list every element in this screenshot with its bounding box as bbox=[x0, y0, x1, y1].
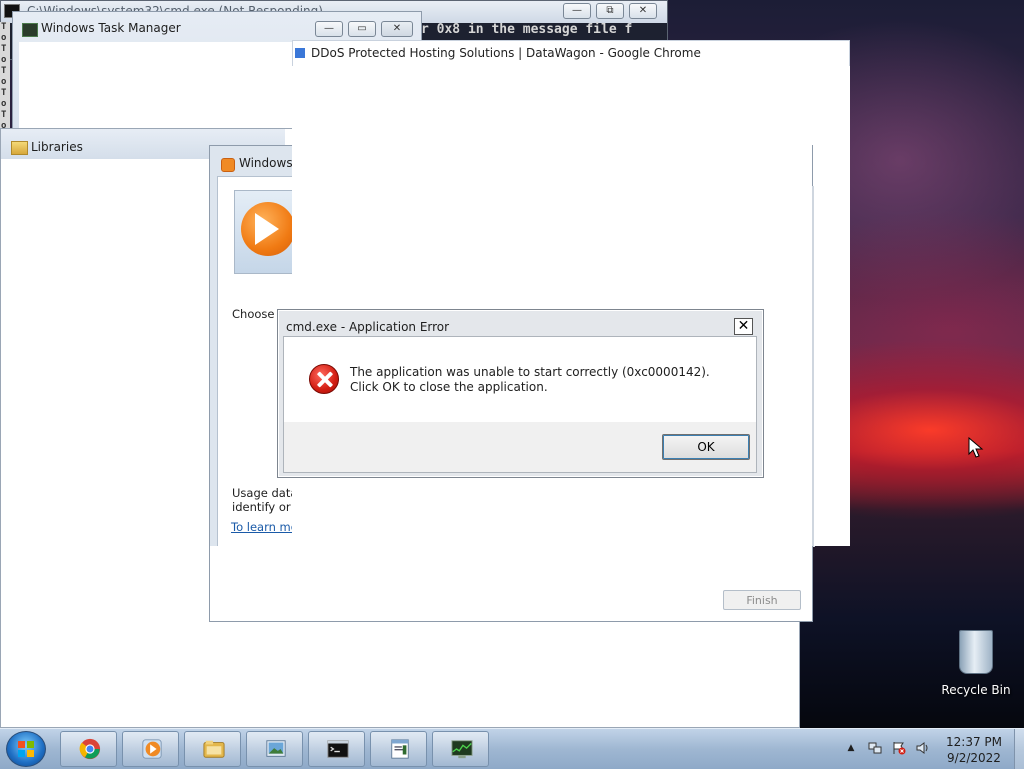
mouse-cursor-icon bbox=[968, 437, 984, 458]
media-player-setup-footer bbox=[209, 546, 813, 622]
desktop: C:\Windows\system32\cmd.exe (Not Respond… bbox=[0, 0, 1024, 728]
media-player-icon bbox=[221, 158, 235, 172]
error-dialog-close-button[interactable]: ✕ bbox=[734, 318, 753, 335]
ok-button[interactable]: OK bbox=[662, 434, 750, 460]
task-manager-minimize-button[interactable]: — bbox=[315, 21, 343, 37]
taskbar-notepad-button[interactable] bbox=[370, 731, 427, 767]
cmd-char: T bbox=[1, 88, 7, 98]
cmd-char: T bbox=[1, 44, 7, 54]
notepad-icon bbox=[391, 739, 409, 759]
task-manager-close-button[interactable]: ✕ bbox=[381, 21, 413, 37]
show-hidden-icons-button[interactable]: ▲ bbox=[844, 741, 858, 755]
cmd-char: T bbox=[1, 66, 7, 76]
windows-logo-icon bbox=[18, 741, 35, 758]
taskbar-task-manager-button[interactable] bbox=[432, 731, 489, 767]
clock-time: 12:37 PM bbox=[946, 735, 1002, 749]
chrome-favicon-icon bbox=[295, 48, 305, 58]
start-button[interactable] bbox=[6, 731, 46, 767]
taskbar-cmd-button[interactable] bbox=[308, 731, 365, 767]
cmd-char: o bbox=[1, 33, 7, 43]
error-dialog[interactable]: cmd.exe - Application Error ✕ The applic… bbox=[277, 309, 764, 478]
cmd-minimize-button[interactable]: — bbox=[563, 3, 591, 19]
error-dialog-body: The application was unable to start corr… bbox=[283, 336, 757, 473]
task-manager-title: Windows Task Manager bbox=[41, 21, 181, 35]
error-dialog-title: cmd.exe - Application Error bbox=[286, 320, 450, 334]
taskbar-chrome-button[interactable] bbox=[60, 731, 117, 767]
network-icon[interactable] bbox=[868, 741, 882, 755]
error-message: The application was unable to start corr… bbox=[350, 365, 710, 394]
chrome-title-bar[interactable]: DDoS Protected Hosting Solutions | DataW… bbox=[293, 41, 849, 67]
cmd-restore-button[interactable]: ⧉ bbox=[596, 3, 624, 19]
cmd-char: o bbox=[1, 77, 7, 87]
chrome-icon bbox=[79, 738, 101, 760]
finish-button[interactable]: Finish bbox=[723, 590, 801, 610]
recycle-bin-shortcut[interactable]: Recycle Bin bbox=[936, 630, 1016, 697]
task-manager-icon bbox=[451, 740, 473, 759]
taskbar-media-player-button[interactable] bbox=[122, 731, 179, 767]
action-center-flag-icon[interactable] bbox=[892, 741, 906, 755]
media-player-icon bbox=[142, 739, 162, 759]
libraries-title: Libraries bbox=[31, 140, 83, 154]
recycle-bin-label: Recycle Bin bbox=[941, 683, 1011, 697]
cmd-icon bbox=[327, 740, 349, 758]
task-manager-maximize-button[interactable]: ▭ bbox=[348, 21, 376, 37]
cmd-output-fragment: T o T o T o T o T o bbox=[0, 22, 10, 132]
cmd-close-button[interactable]: ✕ bbox=[629, 3, 657, 19]
choose-settings-text: Choose t bbox=[232, 307, 283, 321]
error-message-area: The application was unable to start corr… bbox=[284, 337, 756, 422]
photo-viewer-icon bbox=[266, 740, 286, 757]
libraries-folder-icon bbox=[11, 141, 28, 155]
volume-icon[interactable] bbox=[916, 741, 930, 755]
clock[interactable]: 12:37 PM 9/2/2022 bbox=[936, 734, 1012, 766]
cmd-char: o bbox=[1, 99, 7, 109]
media-player-setup-title: Windows bbox=[239, 156, 293, 170]
cmd-output-text: r 0x8 in the message file f bbox=[421, 22, 633, 37]
taskbar: ▲ 12:37 PM 9/2/2022 bbox=[0, 728, 1024, 769]
taskbar-explorer-button[interactable] bbox=[184, 731, 241, 767]
clock-date: 9/2/2022 bbox=[947, 751, 1001, 765]
cmd-char: T bbox=[1, 110, 7, 120]
chrome-content-edge bbox=[814, 66, 850, 546]
taskbar-photo-viewer-button[interactable] bbox=[246, 731, 303, 767]
explorer-folder-icon bbox=[203, 740, 225, 758]
chrome-title: DDoS Protected Hosting Solutions | DataW… bbox=[311, 46, 701, 60]
cmd-char: T bbox=[1, 22, 7, 32]
error-icon bbox=[309, 364, 339, 394]
recycle-bin-icon bbox=[959, 630, 993, 674]
cmd-char: o bbox=[1, 55, 7, 65]
show-desktop-button[interactable] bbox=[1014, 729, 1024, 769]
task-manager-icon bbox=[22, 23, 38, 37]
media-player-logo-icon bbox=[234, 190, 294, 274]
